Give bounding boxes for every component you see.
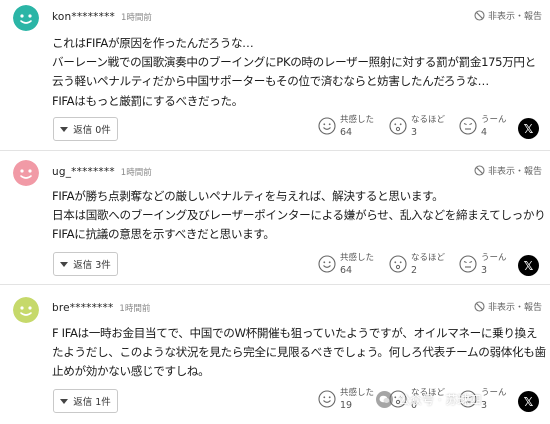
username-text: bre********	[52, 302, 114, 314]
comment-time: 1時間前	[119, 304, 151, 314]
reaction-count: 19	[340, 400, 353, 411]
reply-label: 返信 3件	[73, 260, 111, 271]
x-share-icon[interactable]: 𝕏	[518, 118, 539, 139]
reaction-empathize[interactable]: 共感した 64	[318, 253, 374, 277]
reply-button[interactable]: 返信 3件	[53, 252, 118, 276]
reaction-insightful[interactable]: なるほど 3	[389, 115, 445, 139]
reaction-label: うーん	[481, 253, 507, 263]
avatar-face-icon	[13, 5, 39, 31]
avatar[interactable]	[13, 297, 39, 323]
reaction-label: うーん	[481, 388, 507, 398]
reaction-count: 64	[340, 265, 353, 276]
prohibit-icon	[474, 301, 485, 312]
reaction-label: 共感した	[340, 115, 375, 125]
reply-label: 返信 1件	[73, 397, 111, 408]
prohibit-icon	[474, 165, 485, 176]
reaction-count: 2	[411, 265, 418, 276]
comment-username[interactable]: ug_******** 1時間前	[52, 166, 152, 178]
caret-down-icon	[60, 398, 69, 404]
reaction-hmm[interactable]: うーん 3	[459, 253, 507, 277]
comment-body: これはFIFAが原因を作ったんだろうな… バーレーン戦での国歌演奏中のブーイング…	[52, 36, 536, 108]
comment-card: ug_******** 1時間前 非表示・報告 FIFAが勝ち点剥奪などの厳しいペ…	[0, 151, 550, 284]
username-text: kon********	[52, 11, 115, 23]
hide-report-label: 非表示・報告	[487, 12, 542, 22]
reaction-empathize[interactable]: 共感した 64	[318, 115, 374, 139]
hide-report-button[interactable]: 非表示・報告	[474, 300, 542, 313]
reaction-label: なるほど	[411, 253, 446, 263]
reply-button[interactable]: 返信 1件	[53, 389, 118, 413]
reply-button[interactable]: 返信 0件	[53, 117, 118, 141]
avatar[interactable]	[13, 160, 39, 186]
smile-face-icon	[318, 117, 336, 135]
comment-username[interactable]: bre******** 1時間前	[52, 302, 150, 314]
hmm-face-icon	[459, 117, 477, 135]
smile-face-icon	[318, 255, 336, 273]
hide-report-label: 非表示・報告	[487, 303, 542, 313]
x-share-icon[interactable]: 𝕏	[518, 255, 539, 276]
reaction-empathize[interactable]: 共感した 19	[318, 388, 374, 412]
hide-report-button[interactable]: 非表示・報告	[474, 164, 542, 177]
reaction-label: なるほど	[411, 115, 446, 125]
prohibit-icon	[474, 10, 485, 21]
comment-time: 1時間前	[121, 13, 152, 23]
reaction-label: 共感した	[340, 388, 375, 398]
comment-body: FIFAが勝ち点剥奪などの厳しいペナルティを与えれば、解決すると思います。 日本…	[52, 189, 546, 242]
comment-username[interactable]: kon******** 1時間前	[52, 11, 152, 23]
reaction-count: 64	[340, 127, 353, 138]
username-text: ug_********	[52, 166, 115, 178]
reaction-count: 4	[481, 127, 488, 138]
smile-face-icon	[318, 390, 336, 408]
watermark: 公众号 · 苏球四	[376, 391, 481, 408]
reaction-label: 共感した	[340, 253, 375, 263]
caret-down-icon	[60, 126, 69, 132]
reply-label: 返信 0件	[73, 125, 111, 136]
avatar-face-icon	[13, 160, 39, 186]
wechat-logo-icon	[376, 391, 393, 408]
hmm-face-icon	[459, 255, 477, 273]
surprised-face-icon	[389, 255, 407, 273]
hide-report-button[interactable]: 非表示・報告	[474, 9, 542, 22]
reaction-count: 3	[481, 265, 488, 276]
avatar-face-icon	[13, 297, 39, 323]
watermark-text: 公众号 · 苏球四	[398, 393, 482, 407]
comment-time: 1時間前	[120, 168, 152, 178]
surprised-face-icon	[389, 117, 407, 135]
hide-report-label: 非表示・報告	[487, 167, 542, 177]
reaction-hmm[interactable]: うーん 4	[459, 115, 507, 139]
caret-down-icon	[60, 261, 69, 267]
reaction-insightful[interactable]: なるほど 2	[389, 253, 445, 277]
avatar[interactable]	[13, 5, 39, 31]
reaction-label: うーん	[481, 115, 507, 125]
comment-body: F IFAは一時お金目当てで、中国でのW杯開催も狙っていたようですが、オイルマネ…	[52, 326, 546, 379]
reaction-count: 3	[411, 127, 418, 138]
reaction-count: 3	[481, 400, 488, 411]
x-share-icon[interactable]: 𝕏	[518, 391, 539, 412]
comment-card: kon******** 1時間前 非表示・報告 これはFIFAが原因を作ったんだろ…	[0, 0, 550, 150]
